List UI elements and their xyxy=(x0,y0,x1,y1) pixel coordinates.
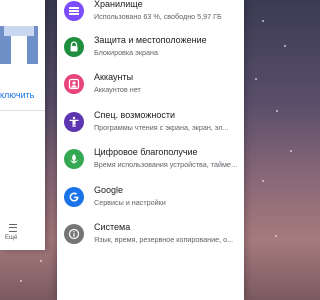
settings-item-title: Защита и местоположение xyxy=(94,35,207,45)
settings-item-security[interactable]: Защита и местоположение Блокировка экран… xyxy=(57,30,244,66)
wellbeing-icon xyxy=(64,149,84,169)
settings-item-subtitle: Программы чтения с экрана, экран, эл... xyxy=(94,123,229,132)
lock-icon xyxy=(64,37,84,57)
settings-item-subtitle: Время использования устройства, таймеры.… xyxy=(94,160,242,169)
settings-item-google[interactable]: Google Сервисы и настройки xyxy=(57,180,244,216)
menu-icon[interactable] xyxy=(9,224,17,232)
accessibility-icon xyxy=(64,112,84,132)
settings-item-subtitle: Блокировка экрана xyxy=(94,48,158,57)
settings-item-digital-wellbeing[interactable]: Цифровое благополучие Время использовани… xyxy=(57,142,244,178)
divider xyxy=(0,110,45,111)
settings-item-subtitle: Язык, время, резервное копирование, о... xyxy=(94,235,234,244)
google-icon xyxy=(64,187,84,207)
storage-icon xyxy=(64,1,84,21)
app-preview-image xyxy=(0,26,38,64)
settings-item-storage[interactable]: Хранилище Использовано 63 %, свободно 5,… xyxy=(57,0,244,30)
settings-item-subtitle: Сервисы и настройки xyxy=(94,198,166,207)
settings-item-title: Хранилище xyxy=(94,0,143,9)
enable-link[interactable]: ключить xyxy=(0,90,34,100)
more-label: Ещё xyxy=(5,235,18,241)
settings-item-subtitle: Аккаунтов нет xyxy=(94,85,141,94)
settings-item-title: Спец. возможности xyxy=(94,110,175,120)
background-app-card[interactable]: ключить Ещё xyxy=(0,0,45,250)
settings-item-subtitle: Использовано 63 %, свободно 5,97 ГБ xyxy=(94,12,222,21)
settings-panel: Хранилище Использовано 63 %, свободно 5,… xyxy=(57,0,244,300)
settings-item-title: Аккаунты xyxy=(94,72,134,82)
settings-item-title: Цифровое благополучие xyxy=(94,147,198,157)
settings-item-accessibility[interactable]: Спец. возможности Программы чтения с экр… xyxy=(57,105,244,141)
settings-item-title: Система xyxy=(94,222,131,232)
system-icon xyxy=(64,224,84,244)
settings-item-title: Google xyxy=(94,185,124,195)
settings-item-system[interactable]: Система Язык, время, резервное копирован… xyxy=(57,217,244,253)
accounts-icon xyxy=(64,74,84,94)
settings-item-accounts[interactable]: Аккаунты Аккаунтов нет xyxy=(57,67,244,103)
